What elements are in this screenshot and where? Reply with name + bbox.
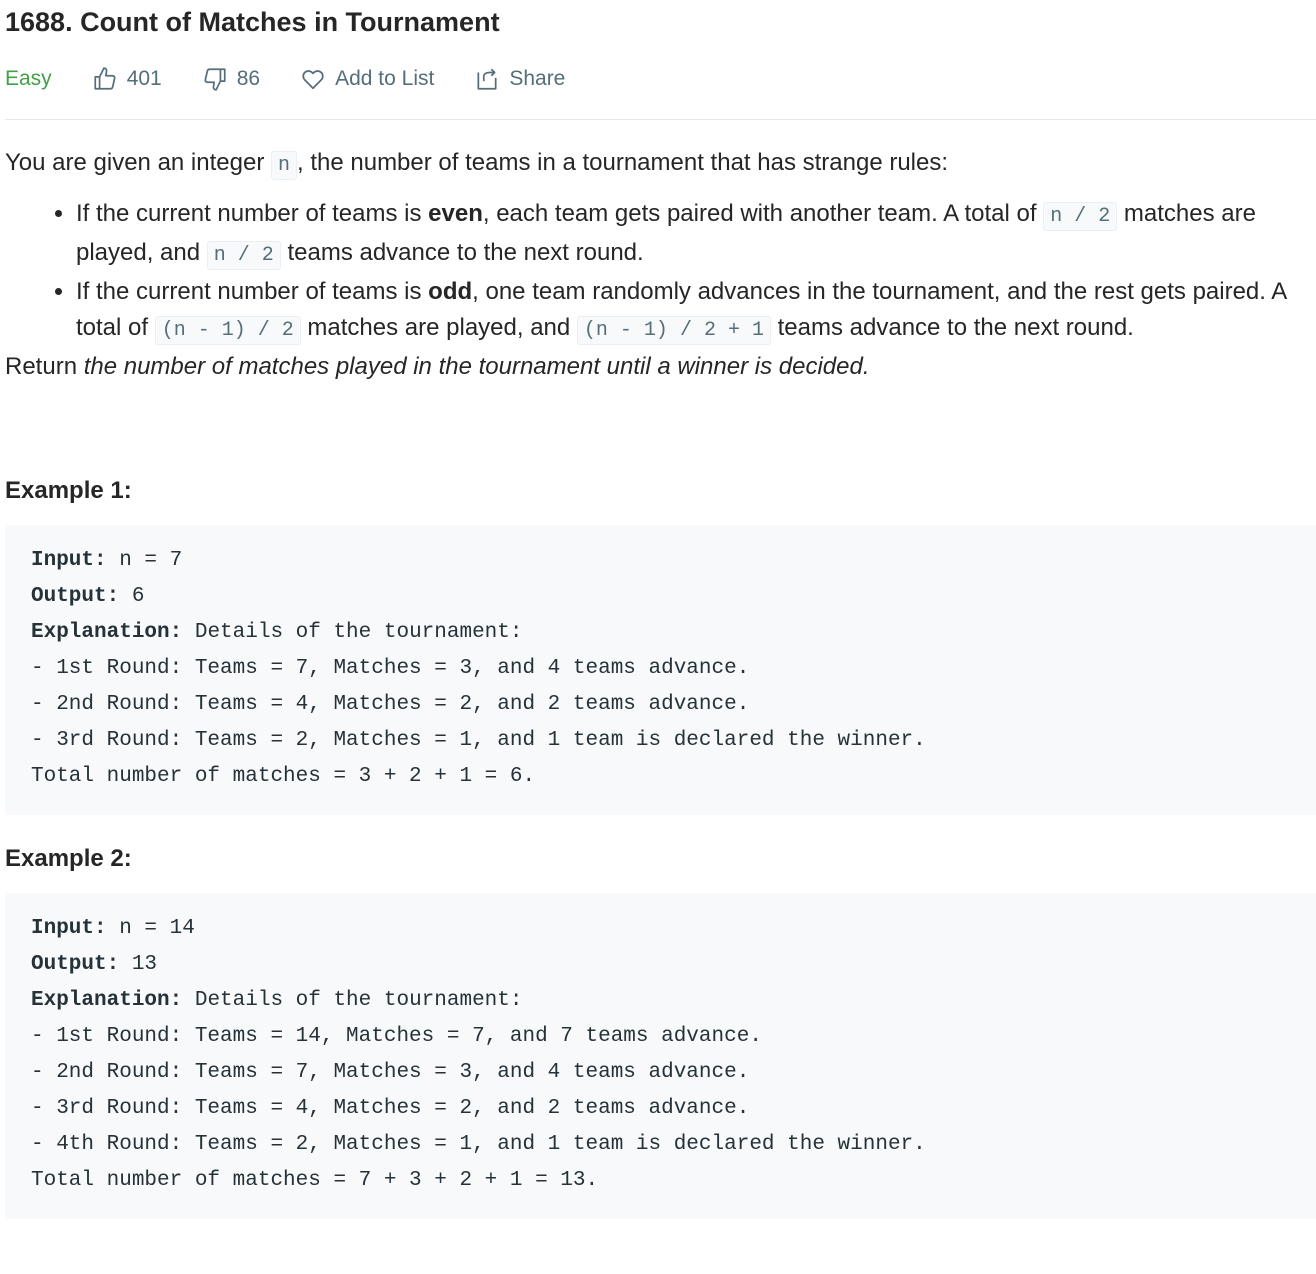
example-explanation-line: Explanation: Details of the tournament: xyxy=(31,989,523,1012)
problem-title: 1688. Count of Matches in Tournament xyxy=(5,7,500,37)
inline-code: (n - 1) / 2 xyxy=(154,316,301,345)
example-output-line: Output: 6 xyxy=(31,585,145,608)
rule-odd: If the current number of teams is odd, o… xyxy=(76,274,1316,349)
example-detail-line: - 4th Round: Teams = 2, Matches = 1, and… xyxy=(31,1133,926,1156)
example-2-block: Input: n = 14 Output: 13 Explanation: Deta… xyxy=(5,893,1316,1219)
dislike-button[interactable]: 86 xyxy=(202,66,260,92)
inline-code: n xyxy=(270,151,297,180)
thumbs-down-icon xyxy=(204,68,226,91)
problem-toolbar: Easy 401 86 Add to List Share xyxy=(5,59,1316,99)
example-total-line: Total number of matches = 7 + 3 + 2 + 1 … xyxy=(31,1169,599,1192)
example-explanation-line: Explanation: Details of the tournament: xyxy=(31,621,523,644)
problem-description: You are given an integer n, the number o… xyxy=(5,145,1316,385)
inline-code: n / 2 xyxy=(1043,202,1118,231)
example-1-heading: Example 1: xyxy=(5,477,132,504)
example-detail-line: - 1st Round: Teams = 7, Matches = 3, and… xyxy=(31,657,750,680)
like-count: 401 xyxy=(126,67,162,90)
share-label: Share xyxy=(509,67,566,90)
example-detail-line: - 2nd Round: Teams = 4, Matches = 2, and… xyxy=(31,693,750,716)
example-detail-line: - 2nd Round: Teams = 7, Matches = 3, and… xyxy=(31,1061,750,1084)
return-paragraph: Return the number of matches played in t… xyxy=(5,353,870,380)
dislike-count: 86 xyxy=(236,67,261,90)
example-detail-line: - 3rd Round: Teams = 2, Matches = 1, and… xyxy=(31,729,926,752)
share-icon xyxy=(477,68,497,90)
example-input-line: Input: n = 7 xyxy=(31,549,183,572)
inline-code: n / 2 xyxy=(206,241,281,270)
example-input-line: Input: n = 14 xyxy=(31,917,195,940)
heart-icon xyxy=(302,70,324,90)
example-detail-line: - 3rd Round: Teams = 4, Matches = 2, and… xyxy=(31,1097,750,1120)
difficulty-label: Easy xyxy=(5,67,52,90)
example-total-line: Total number of matches = 3 + 2 + 1 = 6. xyxy=(31,765,536,788)
inline-code: (n - 1) / 2 + 1 xyxy=(576,316,771,345)
share-button[interactable]: Share xyxy=(474,66,565,92)
rule-even: If the current number of teams is even, … xyxy=(76,196,1316,274)
intro-paragraph: You are given an integer n, the number o… xyxy=(5,145,1316,184)
add-to-list-button[interactable]: Add to List xyxy=(300,66,434,92)
problem-page: 1688. Count of Matches in Tournament Eas… xyxy=(0,0,1316,1274)
rules-list: If the current number of teams is even, … xyxy=(5,196,1316,349)
thumbs-up-icon xyxy=(94,67,116,90)
like-button[interactable]: 401 xyxy=(92,66,162,92)
header-divider xyxy=(5,119,1316,120)
example-1-block: Input: n = 7 Output: 6 Explanation: Detail… xyxy=(5,525,1316,815)
example-2-heading: Example 2: xyxy=(5,845,132,872)
example-output-line: Output: 13 xyxy=(31,953,158,976)
example-detail-line: - 1st Round: Teams = 14, Matches = 7, an… xyxy=(31,1025,762,1048)
add-to-list-label: Add to List xyxy=(335,67,435,90)
